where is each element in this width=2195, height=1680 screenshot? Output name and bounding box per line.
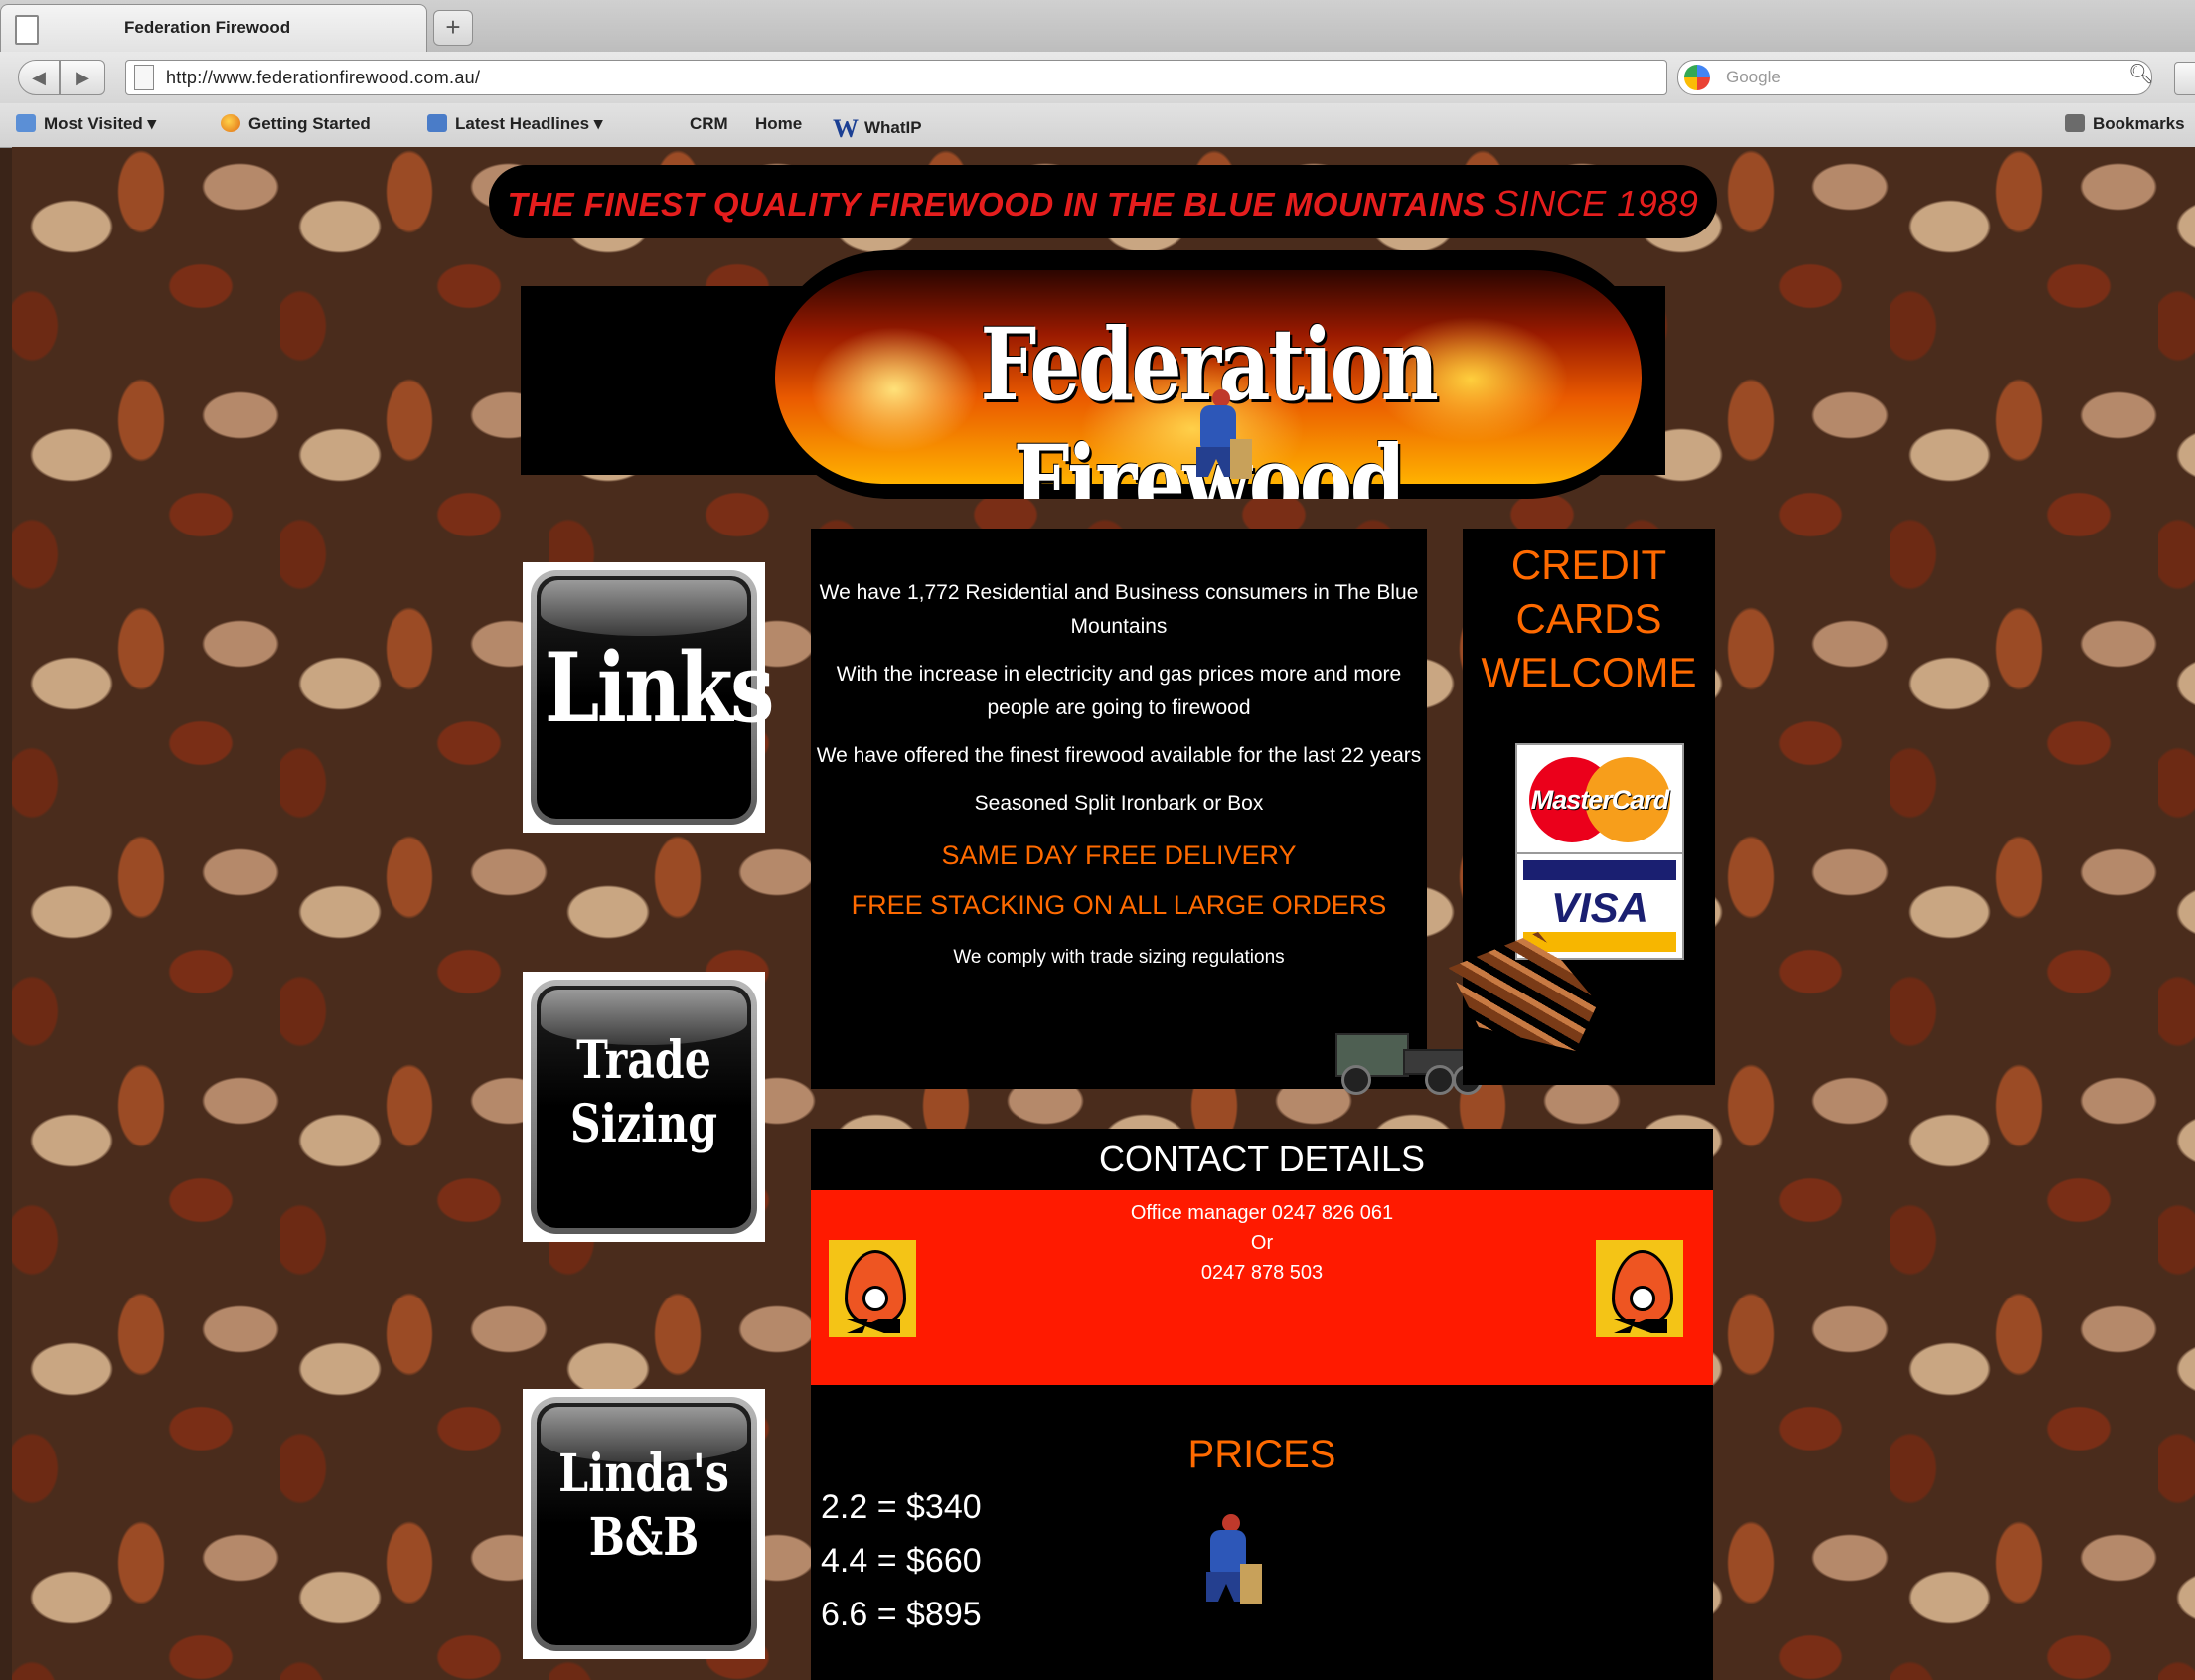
tab-bar: Federation Firewood + — [0, 0, 2195, 53]
woodchopper-icon — [1200, 1514, 1262, 1613]
bookmarks-toolbar: Most Visited ▾ Getting Started Latest He… — [0, 103, 2195, 147]
tagline: THE FINEST QUALITY FIREWOOD IN THE BLUE … — [489, 183, 1717, 225]
links-button[interactable]: Links — [523, 562, 775, 833]
tagline-since: SINCE 1989 — [1494, 183, 1699, 224]
price-item: 4.4 = $660 — [821, 1542, 982, 1580]
url-text[interactable]: http://www.federationfirewood.com.au/ — [166, 68, 480, 88]
search-placeholder: Google — [1726, 68, 1781, 86]
browser-chrome: Federation Firewood + ◀ ▶ http://www.fed… — [0, 0, 2195, 148]
firefox-icon — [221, 114, 240, 132]
contact-or: Or — [1250, 1232, 1274, 1254]
prices-panel: PRICES 2.2 = $340 4.4 = $660 6.6 = $895 — [811, 1389, 1713, 1680]
toolbar-menu-button[interactable] — [2174, 62, 2195, 95]
contact-phone: 0247 878 503 — [1200, 1262, 1324, 1284]
bookmark-home[interactable]: Home — [755, 114, 802, 134]
prices-title: PRICES — [1187, 1433, 1336, 1476]
bookmark-folder-icon — [16, 114, 36, 132]
visa-text: VISA — [1550, 884, 1649, 931]
back-arrow-icon[interactable]: ◀ — [18, 60, 60, 95]
mastercard-logo: MasterCard — [1515, 743, 1684, 856]
price-item: 6.6 = $895 — [821, 1596, 982, 1633]
trade-sizing-label: Trade Sizing — [569, 1030, 718, 1154]
search-input[interactable]: Google — [1677, 60, 2152, 95]
info-delivery: SAME DAY FREE DELIVERY — [941, 840, 1297, 870]
info-compliance: We comply with trade sizing regulations — [953, 947, 1285, 968]
navigation-toolbar: ◀ ▶ http://www.federationfirewood.com.au… — [0, 52, 2195, 103]
info-panel: We have 1,772 Residential and Business c… — [811, 529, 1489, 1095]
search-icon[interactable]: 🔍︎ — [2128, 62, 2153, 86]
tagline-banner: THE FINEST QUALITY FIREWOOD IN THE BLUE … — [489, 165, 1717, 238]
webpage: THE FINEST QUALITY FIREWOOD IN THE BLUE … — [12, 147, 2195, 1680]
bookmark-most-visited[interactable]: Most Visited ▾ — [16, 114, 156, 134]
bookmark-whatip[interactable]: W WhatIP — [833, 114, 922, 144]
bookmark-latest-headlines[interactable]: Latest Headlines ▾ — [427, 114, 602, 134]
links-label: Links — [544, 632, 775, 744]
page-icon — [134, 65, 154, 90]
bookmarks-icon — [2065, 114, 2085, 132]
info-prices: With the increase in electricity and gas… — [836, 663, 1402, 719]
new-tab-button[interactable]: + — [433, 10, 473, 46]
info-customers: We have 1,772 Residential and Business c… — [819, 581, 1419, 638]
bookmark-getting-started[interactable]: Getting Started — [221, 114, 371, 134]
rss-icon — [427, 114, 447, 132]
bookmarks-menu[interactable]: Bookmarks — [2065, 114, 2185, 134]
contact-header: CONTACT DETAILS — [1098, 1139, 1426, 1179]
wikipedia-icon: W — [833, 114, 859, 143]
tab-title: Federation Firewood — [124, 18, 291, 37]
credit-cards-title: CREDIT CARDS WELCOME — [1481, 541, 1697, 695]
tagline-text: THE FINEST QUALITY FIREWOOD IN THE BLUE … — [507, 186, 1486, 223]
contact-details: Office manager 0247 826 061 Or 0247 878 … — [811, 1190, 1713, 1385]
info-timber: Seasoned Split Ironbark or Box — [974, 792, 1264, 815]
logo-banner[interactable]: Federation Firewood — [765, 250, 1651, 499]
fire-mascot-icon — [1596, 1240, 1683, 1337]
page-favicon-icon — [15, 15, 39, 45]
info-years: We have offered the finest firewood avai… — [816, 744, 1422, 767]
mastercard-text: MasterCard — [1530, 785, 1670, 815]
woodchopper-icon — [1190, 389, 1252, 489]
lindas-bnb-button[interactable]: Linda's B&B — [523, 1389, 765, 1659]
lindas-bnb-label: Linda's B&B — [558, 1444, 729, 1568]
contact-office: Office manager 0247 826 061 — [1130, 1202, 1394, 1224]
price-item: 2.2 = $340 — [821, 1488, 982, 1526]
address-bar[interactable]: http://www.federationfirewood.com.au/ ☆ … — [125, 60, 1763, 95]
tab-federation-firewood[interactable]: Federation Firewood — [0, 4, 427, 53]
contact-panel: CONTACT DETAILS Office manager 0247 826 … — [811, 1129, 1713, 1397]
fire-mascot-icon — [829, 1240, 916, 1337]
trade-sizing-button[interactable]: Trade Sizing — [523, 972, 765, 1242]
google-icon[interactable] — [1684, 65, 1710, 90]
info-stacking: FREE STACKING ON ALL LARGE ORDERS — [851, 890, 1387, 920]
forward-arrow-icon[interactable]: ▶ — [60, 60, 105, 95]
bookmark-crm[interactable]: CRM — [690, 114, 728, 134]
